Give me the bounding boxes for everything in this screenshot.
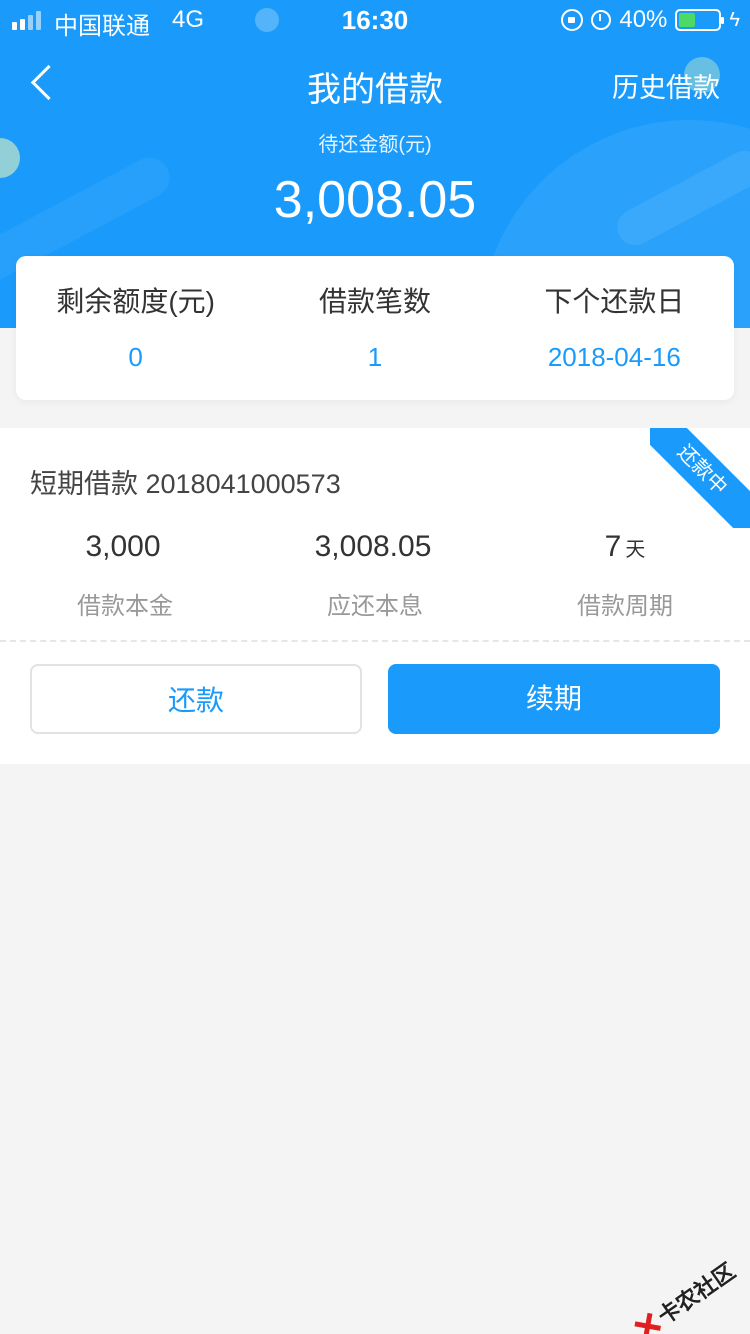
summary-value: 1 bbox=[367, 342, 383, 372]
loan-stats: 3,000 借款本金 3,008.05 应还本息 7天 借款周期 bbox=[0, 530, 750, 621]
battery-level-fill bbox=[679, 13, 695, 27]
history-loans-link[interactable]: 历史借款 bbox=[612, 66, 720, 105]
status-bar: 中国联通 4G 16:30 40% ϟ bbox=[0, 0, 750, 40]
due-amount-label: 待还金额(元) bbox=[318, 134, 432, 156]
watermark-text: 卡农社区 bbox=[653, 1258, 740, 1330]
charging-icon: ϟ bbox=[729, 8, 740, 31]
stat-loan-period: 7天 借款周期 bbox=[500, 530, 750, 621]
summary-label: 借款笔数 bbox=[318, 286, 431, 317]
stat-value: 7 bbox=[604, 530, 622, 563]
repay-button[interactable]: 还款 bbox=[30, 664, 362, 734]
rotation-lock-icon bbox=[561, 9, 584, 31]
summary-label: 剩余额度(元) bbox=[56, 286, 215, 317]
summary-next-due-date: 下个还款日 2018-04-16 bbox=[495, 256, 734, 400]
stat-label: 应还本息 bbox=[327, 593, 423, 620]
status-badge: 还款中 bbox=[650, 428, 750, 528]
battery-percent: 40% bbox=[619, 6, 668, 33]
summary-card: 剩余额度(元) 0 借款笔数 1 下个还款日 2018-04-16 bbox=[16, 256, 734, 400]
loan-title: 短期借款 2018041000573 bbox=[30, 469, 341, 499]
status-ribbon: 还款中 bbox=[650, 428, 750, 528]
stat-label: 借款本金 bbox=[77, 593, 173, 620]
stat-label: 借款周期 bbox=[577, 593, 673, 620]
summary-label: 下个还款日 bbox=[544, 286, 685, 317]
summary-remaining-credit: 剩余额度(元) 0 bbox=[16, 256, 255, 400]
status-right-group: 40% ϟ bbox=[561, 6, 740, 34]
stat-value: 3,000 bbox=[85, 530, 161, 563]
dashed-divider bbox=[0, 640, 750, 642]
battery-icon bbox=[675, 9, 725, 31]
renew-button[interactable]: 续期 bbox=[388, 664, 720, 734]
alarm-icon bbox=[591, 10, 612, 30]
stat-value: 3,008.05 bbox=[314, 530, 432, 563]
summary-value: 0 bbox=[128, 342, 143, 372]
loan-card[interactable]: 短期借款 2018041000573 还款中 3,000 借款本金 3,008.… bbox=[0, 428, 750, 764]
stat-principal: 3,000 借款本金 bbox=[0, 530, 250, 621]
watermark: 卡农社区 bbox=[629, 1254, 741, 1334]
stat-unit: 天 bbox=[625, 539, 646, 561]
stat-total-due: 3,008.05 应还本息 bbox=[250, 530, 500, 621]
due-amount-value: 3,008.05 bbox=[273, 171, 477, 229]
summary-loan-count: 借款笔数 1 bbox=[255, 256, 494, 400]
summary-value: 2018-04-16 bbox=[547, 342, 681, 372]
